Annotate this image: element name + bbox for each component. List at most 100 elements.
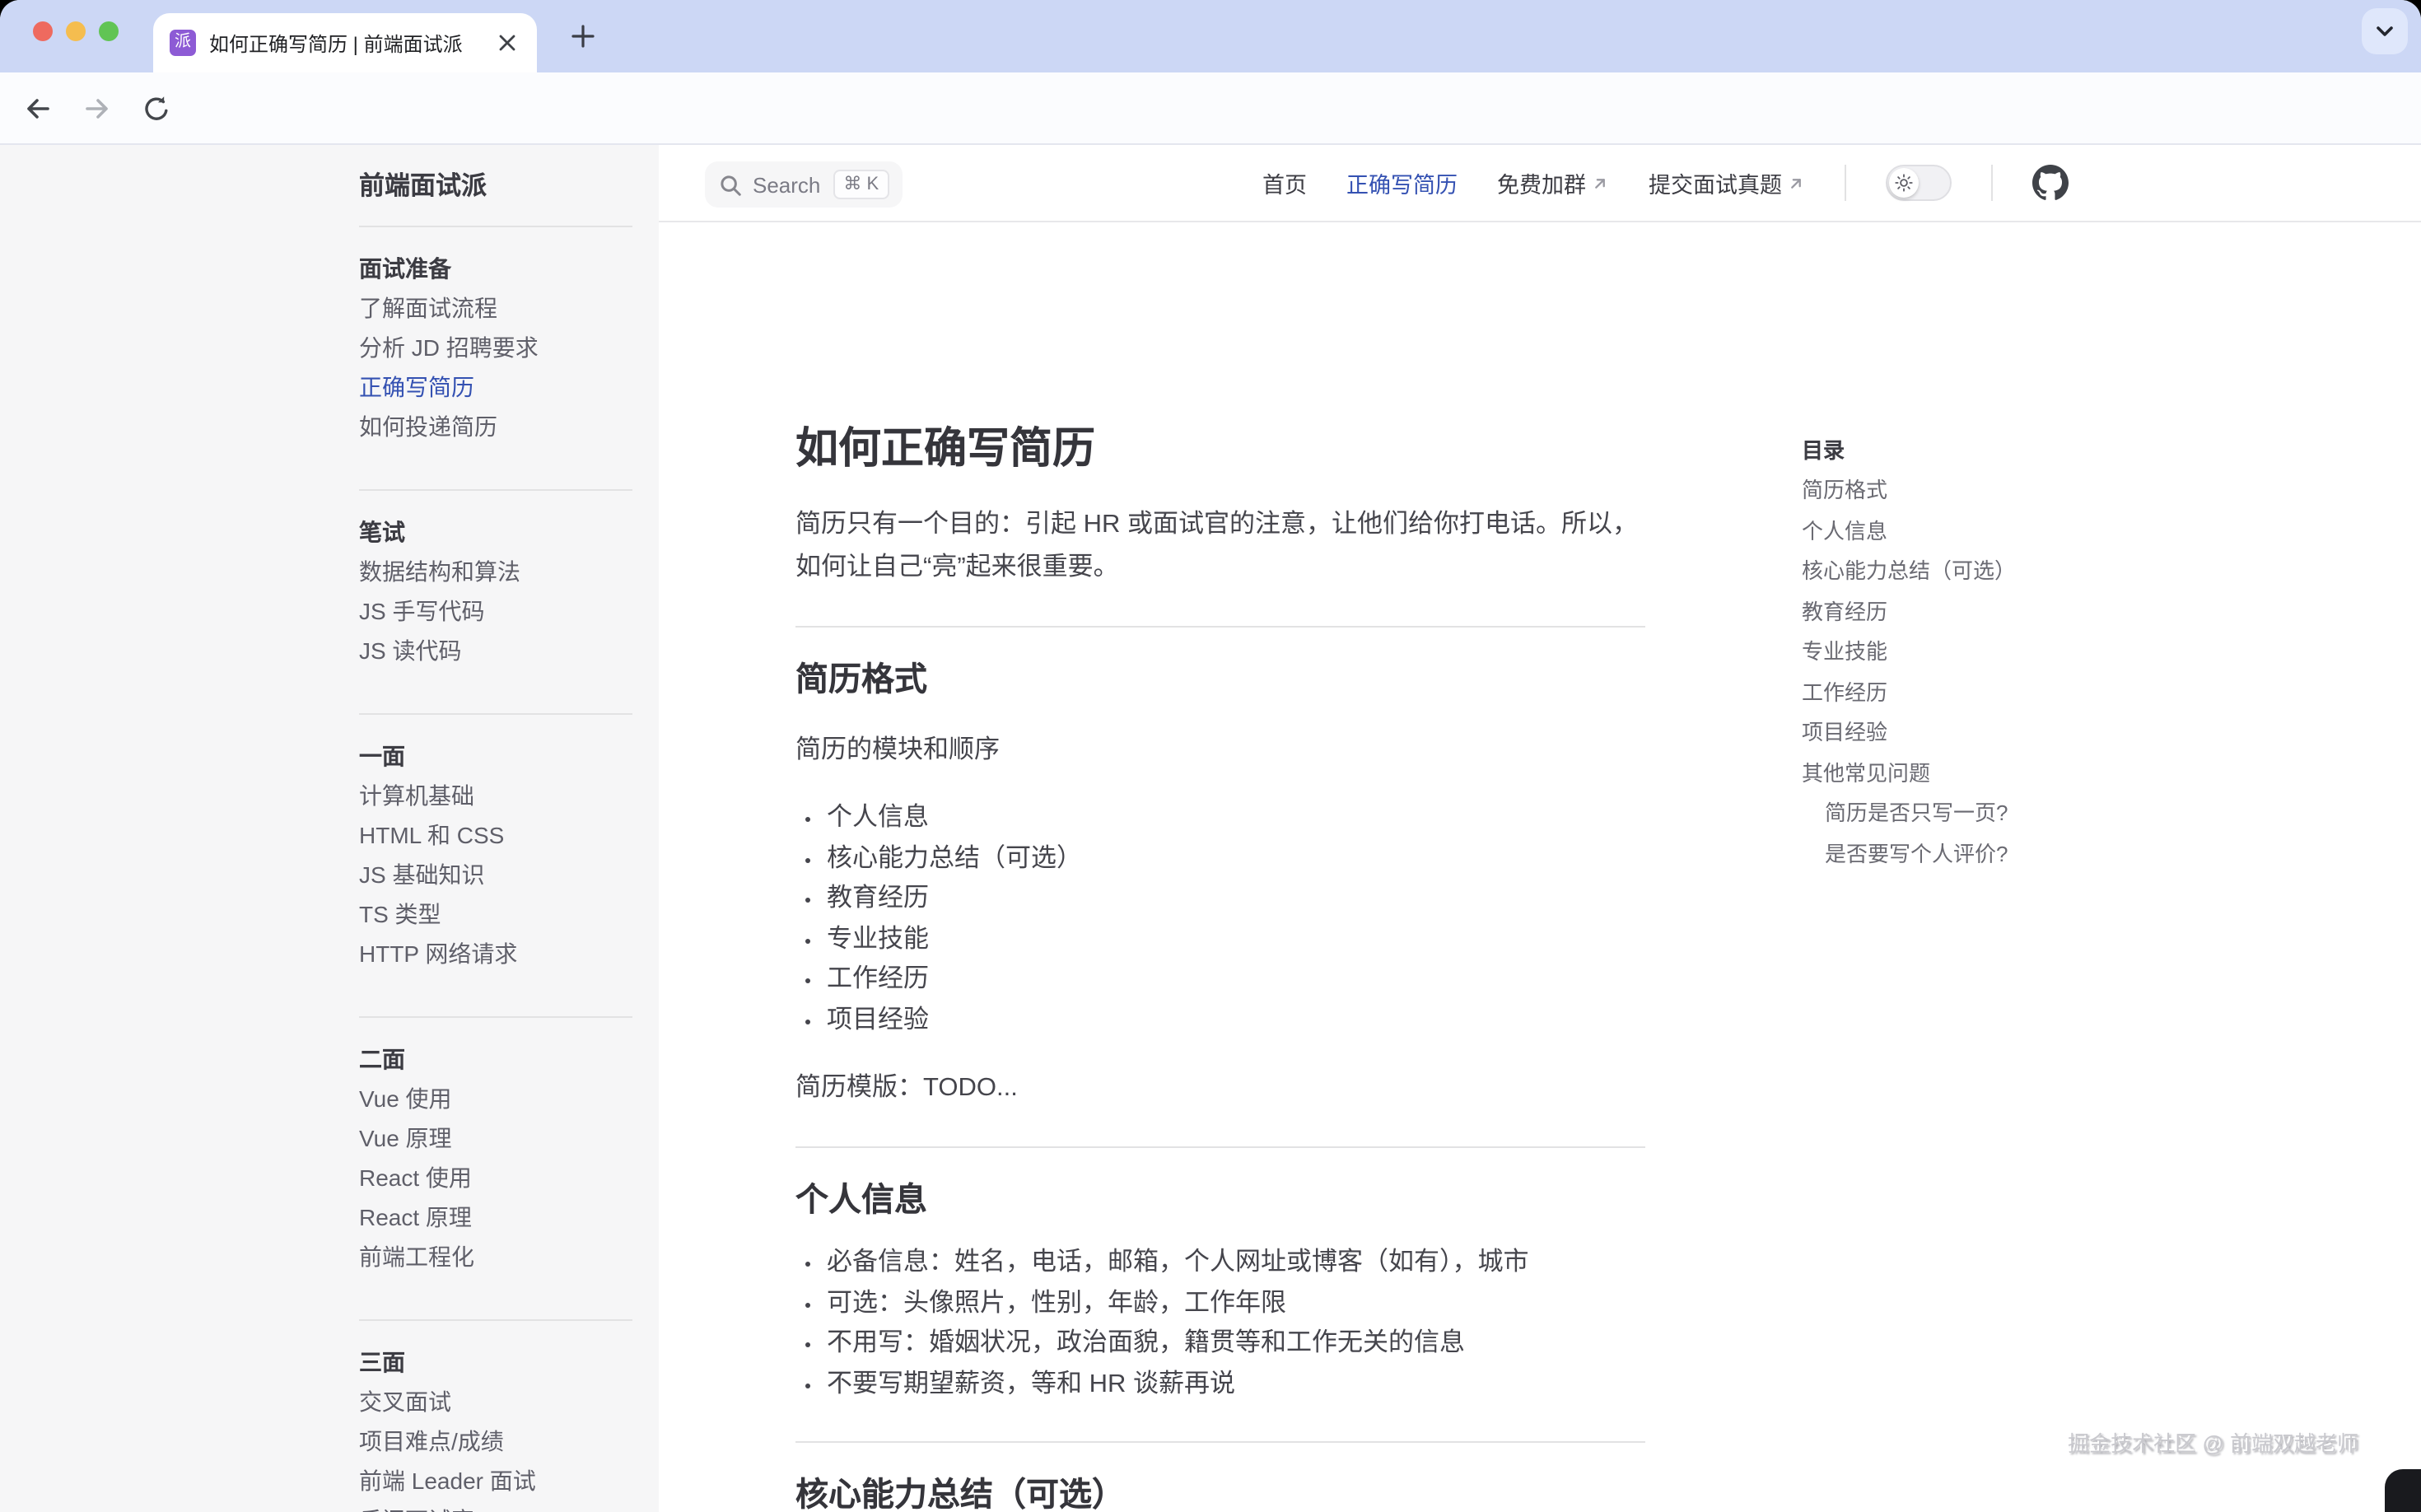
page-title: 如何正确写简历 [795,418,1645,478]
nav-link-label: 免费加群 [1497,166,1586,199]
browser-toolbar: mianshipai.com/docs/before-interview/wri… [0,72,2421,145]
sidebar-section-title: 二面 [359,1039,632,1079]
site-favicon-icon: 派 [170,30,196,56]
nav-link-label: 提交面试真题 [1649,166,1782,199]
browser-window: 派 如何正确写简历 | 前端面试派 mianshipai.com/doc [0,0,2421,1512]
screen: 派 如何正确写简历 | 前端面试派 mianshipai.com/doc [0,0,2421,1512]
sidebar-item[interactable]: 如何投递简历 [359,407,632,446]
search-icon [718,172,743,197]
section-heading: 核心能力总结（可选） [795,1441,1645,1512]
sidebar-group-round3: 三面 交叉面试 项目难点/成绩 前端 Leader 面试 反问面试官 [359,1321,632,1512]
toc-item[interactable]: 教育经历 [1802,592,2092,632]
sidebar-group-prepare: 面试准备 了解面试流程 分析 JD 招聘要求 正确写简历 如何投递简历 [359,227,632,471]
search-button[interactable]: Search ⌘ K [705,161,902,208]
sidebar-item[interactable]: JS 基础知识 [359,855,632,894]
sidebar-item[interactable]: JS 读代码 [359,631,632,670]
forward-icon [82,94,112,124]
toc-sub-item[interactable]: 是否要写个人评价? [1802,834,2092,875]
toc-item[interactable]: 简历格式 [1802,471,2092,511]
toc-item[interactable]: 项目经验 [1802,713,2092,754]
theme-toggle-knob [1889,168,1919,198]
tab-close-icon[interactable] [494,35,520,51]
new-tab-icon [571,25,595,48]
sun-icon [1894,173,1914,193]
section-core-abilities: 核心能力总结（可选） 工作经验久的“老司机”，可以总结一下自己的核心能力，例如 … [795,1441,1645,1512]
list-item: 核心能力总结（可选） [827,839,1645,880]
sidebar-group-round1: 一面 计算机基础 HTML 和 CSS JS 基础知识 TS 类型 HTTP 网… [359,715,632,998]
sidebar-item[interactable]: React 原理 [359,1197,632,1237]
sidebar-item[interactable]: TS 类型 [359,894,632,934]
bullet-list: 个人信息 核心能力总结（可选） 教育经历 专业技能 工作经历 项目经验 [795,799,1645,1041]
nav-divider [1991,165,1993,201]
reload-icon [142,94,171,124]
site-header: Search ⌘ K 首页 正确写简历 免费加群 提交面试真题 [659,145,2421,222]
search-label: Search [753,172,820,197]
nav-link-join-group[interactable]: 免费加群 [1497,166,1609,199]
toc-item[interactable]: 专业技能 [1802,632,2092,673]
toc-item[interactable]: 核心能力总结（可选） [1802,552,2092,592]
section-resume-format: 简历格式 简历的模块和顺序 个人信息 核心能力总结（可选） 教育经历 专业技能 … [795,626,1645,1110]
toc-item[interactable]: 个人信息 [1802,511,2092,552]
sidebar-item[interactable]: Vue 使用 [359,1079,632,1118]
external-link-icon [1787,174,1805,192]
section-personal-info: 个人信息 必备信息：姓名，电话，邮箱，个人网址或博客（如有），城市 可选：头像照… [795,1146,1645,1405]
browser-tab[interactable]: 派 如何正确写简历 | 前端面试派 [153,13,537,72]
toc-title: 目录 [1802,432,2092,471]
sidebar-item[interactable]: 数据结构和算法 [359,552,632,591]
nav-link-submit-questions[interactable]: 提交面试真题 [1649,166,1805,199]
sidebar-item[interactable]: HTTP 网络请求 [359,934,632,973]
new-tab-button[interactable] [560,13,606,59]
sidebar-item[interactable]: JS 手写代码 [359,591,632,631]
theme-toggle[interactable] [1886,165,1952,201]
nav-link-home[interactable]: 首页 [1262,166,1307,199]
nav-link-current[interactable]: 正确写简历 [1346,166,1458,199]
sidebar-item-active[interactable]: 正确写简历 [359,367,632,407]
sidebar-item[interactable]: 前端工程化 [359,1237,632,1276]
toc-item[interactable]: 其他常见问题 [1802,754,2092,794]
toc-item[interactable]: 工作经历 [1802,673,2092,713]
list-item: 不要写期望薪资，等和 HR 谈薪再说 [827,1365,1645,1405]
sidebar-item[interactable]: 计算机基础 [359,776,632,815]
sidebar-group-written-test: 笔试 数据结构和算法 JS 手写代码 JS 读代码 [359,491,632,695]
window-zoom-button[interactable] [99,21,119,41]
section-heading: 简历格式 [795,626,1645,703]
back-button[interactable] [13,84,63,133]
floating-widget-corner[interactable] [2385,1469,2421,1512]
header-nav: 首页 正确写简历 免费加群 提交面试真题 [1262,145,2069,221]
bullet-list: 必备信息：姓名，电话，邮箱，个人网址或博客（如有），城市 可选：头像照片，性别，… [795,1244,1645,1405]
page-content: 前端面试派 面试准备 了解面试流程 分析 JD 招聘要求 正确写简历 如何投递简… [0,145,2421,1512]
sidebar-item[interactable]: 项目难点/成绩 [359,1421,632,1461]
list-item: 不用写：婚姻状况，政治面貌，籍贯等和工作无关的信息 [827,1324,1645,1365]
list-item: 必备信息：姓名，电话，邮箱，个人网址或博客（如有），城市 [827,1244,1645,1284]
sidebar-item[interactable]: 了解面试流程 [359,288,632,328]
sidebar-section-title: 笔试 [359,512,632,552]
sidebar-item[interactable]: 反问面试官 [359,1500,632,1512]
toc-sub-item[interactable]: 简历是否只写一页? [1802,794,2092,834]
list-item: 可选：头像照片，性别，年龄，工作年限 [827,1284,1645,1324]
sidebar-group-round2: 二面 Vue 使用 Vue 原理 React 使用 React 原理 前端工程化 [359,1018,632,1301]
github-link[interactable] [2032,165,2069,201]
section-heading: 个人信息 [795,1146,1645,1224]
forward-button[interactable] [72,84,122,133]
reload-button[interactable] [132,84,181,133]
intro-paragraph: 简历只有一个目的：引起 HR 或面试官的注意，让他们给你打电话。所以，如何让自己… [795,504,1645,590]
list-item: 专业技能 [827,920,1645,960]
window-close-button[interactable] [33,21,53,41]
search-shortcut: ⌘ K [833,170,889,199]
site-brand[interactable]: 前端面试派 [359,168,632,208]
list-item: 个人信息 [827,799,1645,839]
tab-search-button[interactable] [2362,8,2408,54]
sidebar-item[interactable]: 分析 JD 招聘要求 [359,328,632,367]
window-minimize-button[interactable] [66,21,86,41]
nav-divider [1845,165,1846,201]
sidebar-item[interactable]: HTML 和 CSS [359,815,632,855]
article: 如何正确写简历 简历只有一个目的：引起 HR 或面试官的注意，让他们给你打电话。… [795,376,1645,1512]
tab-search-chevron-icon [2375,21,2395,41]
sidebar-item[interactable]: 交叉面试 [359,1382,632,1421]
sidebar-section-title: 三面 [359,1342,632,1382]
sidebar-item[interactable]: 前端 Leader 面试 [359,1461,632,1500]
tab-title: 如何正确写简历 | 前端面试派 [209,29,484,57]
sidebar-item[interactable]: React 使用 [359,1158,632,1197]
list-item: 教育经历 [827,880,1645,920]
sidebar-item[interactable]: Vue 原理 [359,1118,632,1158]
